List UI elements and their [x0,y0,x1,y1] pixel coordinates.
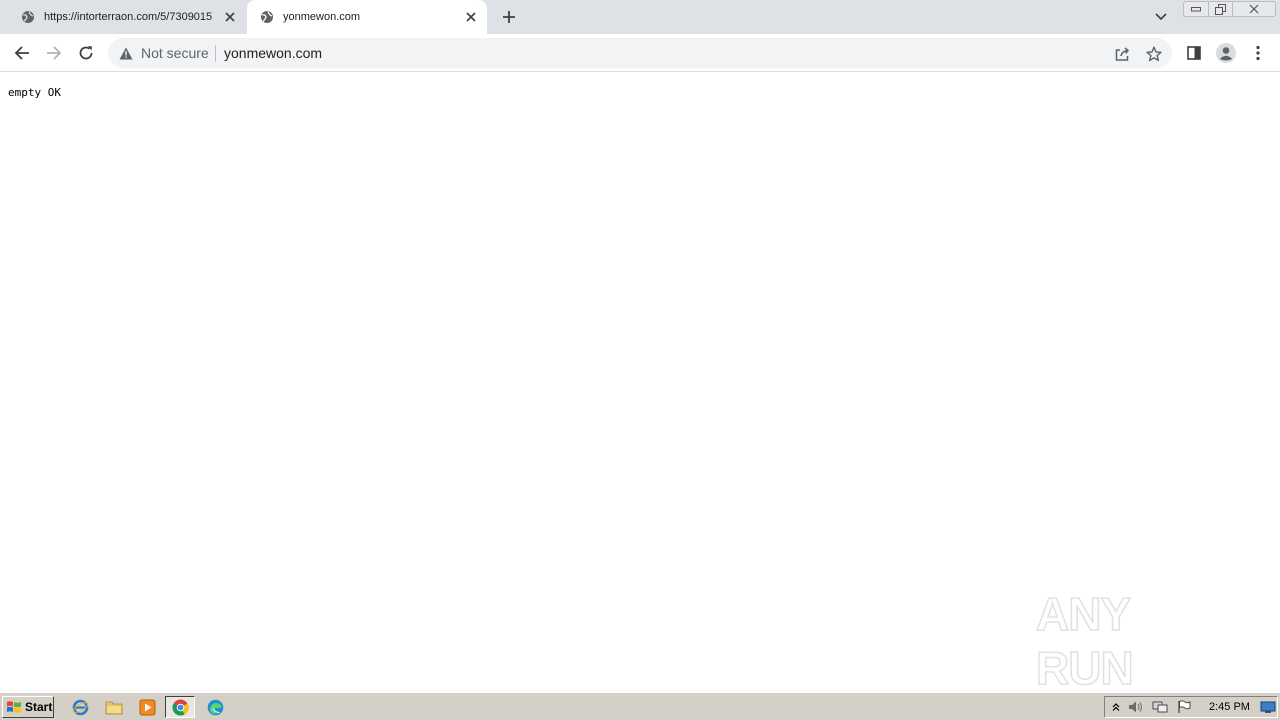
kebab-menu-icon[interactable] [1246,41,1270,65]
tab-search-chevron-down-icon[interactable] [1150,6,1172,28]
globe-icon [20,9,36,25]
tab-yonmewon[interactable]: yonmewon.com [247,0,487,34]
profile-icon[interactable] [1214,41,1238,65]
back-arrow-icon[interactable] [10,41,34,65]
address-bar[interactable]: Not secure yonmewon.com [108,38,1172,68]
new-tab-button[interactable] [498,6,520,28]
internet-explorer-icon[interactable] [69,697,91,717]
tab-title: https://intorterraon.com/5/7309015 [44,11,213,23]
edge-icon[interactable] [204,697,226,717]
window-close-button[interactable] [1232,1,1276,17]
taskbar: Start 2:45 PM [0,692,1280,720]
browser-window: https://intorterraon.com/5/7309015 yonme… [0,0,1280,695]
warning-triangle-icon[interactable] [118,45,134,61]
forward-arrow-icon[interactable] [42,41,66,65]
browser-toolbar: Not secure yonmewon.com [0,34,1280,72]
page-content: empty OK ANY RUN [0,73,1280,695]
media-player-icon[interactable] [136,697,158,717]
speaker-icon[interactable] [1127,699,1145,715]
page-body-text: empty OK [8,86,61,99]
tab-close-icon[interactable] [220,7,240,27]
url-text[interactable]: yonmewon.com [224,45,322,61]
reload-icon[interactable] [74,41,98,65]
star-icon[interactable] [1144,44,1164,64]
folder-icon[interactable] [103,697,125,717]
globe-icon [259,9,275,25]
watermark-text: ANY RUN [1035,587,1134,695]
start-button[interactable]: Start [2,696,54,718]
omnibox-divider [215,45,216,62]
windows-logo-icon [7,701,21,713]
chrome-icon[interactable] [165,696,195,718]
share-icon[interactable] [1112,44,1132,64]
side-panel-icon[interactable] [1182,41,1206,65]
anyrun-watermark: ANY RUN [1035,587,1236,695]
start-label: Start [25,700,53,714]
tab-intorterraon[interactable]: https://intorterraon.com/5/7309015 [10,0,246,34]
system-tray: 2:45 PM [1104,696,1278,718]
tray-expand-icon[interactable] [1107,699,1125,715]
tab-title: yonmewon.com [283,11,361,23]
tab-strip: https://intorterraon.com/5/7309015 yonme… [0,0,1280,34]
network-icon[interactable] [1151,699,1169,715]
taskbar-clock[interactable]: 2:45 PM [1209,701,1250,713]
show-desktop-icon[interactable] [1259,699,1277,715]
minimize-button[interactable] [1183,1,1209,17]
tab-close-icon[interactable] [461,7,481,27]
restore-button[interactable] [1208,1,1233,17]
action-center-flag-icon[interactable] [1175,699,1193,715]
security-status-label[interactable]: Not secure [141,45,209,61]
